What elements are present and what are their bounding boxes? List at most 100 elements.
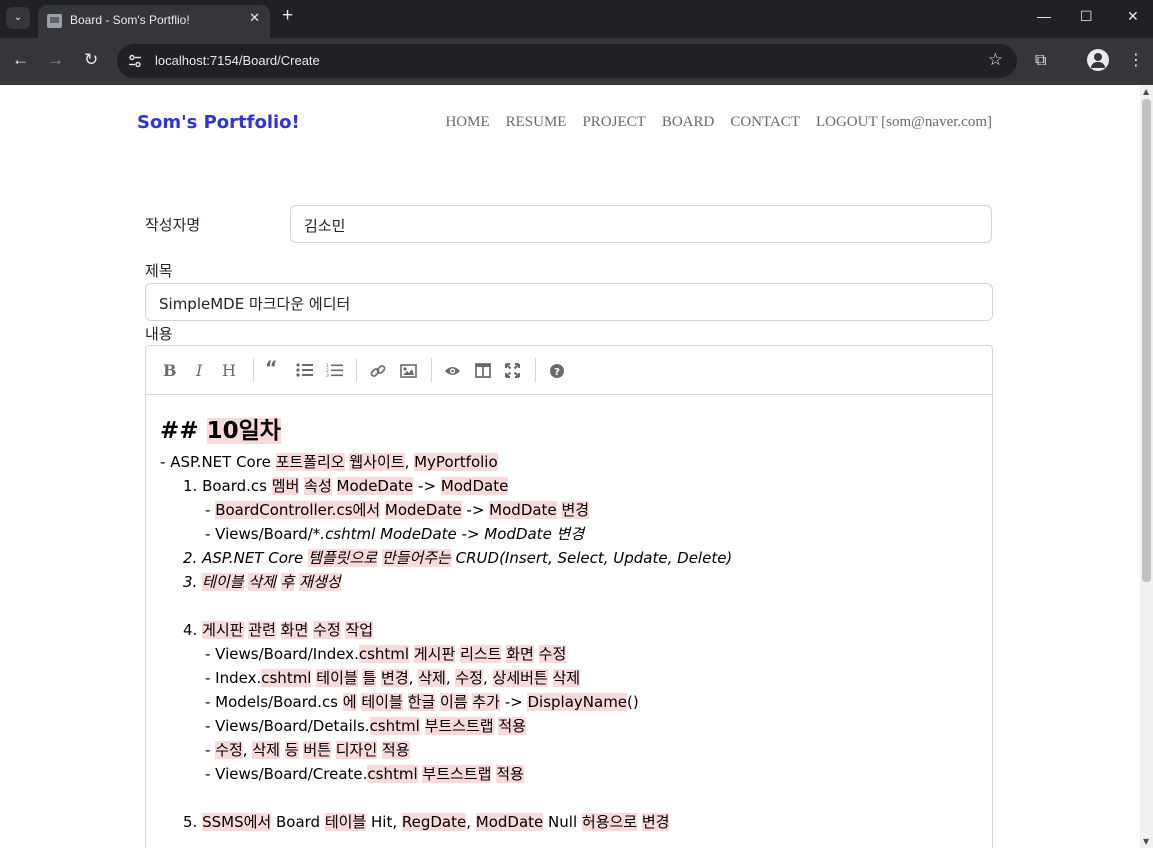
line-text: Board [271, 813, 325, 831]
back-icon[interactable]: ← [12, 50, 29, 70]
highlighted-word: 속성 [304, 477, 332, 495]
line-text [420, 717, 425, 735]
highlighted-word: 테이블 [324, 813, 367, 831]
editor-line: - Views/Board/Create.cshtml 부트스트랩 적용 [205, 762, 524, 786]
highlighted-word: 웹사이트 [349, 453, 405, 471]
nav-logout[interactable]: LOGOUT [som@naver.com] [816, 114, 992, 131]
nav-home[interactable]: HOME [445, 114, 489, 131]
highlighted-word: 에 [342, 693, 357, 711]
highlighted-word: 테이블 [202, 573, 244, 591]
italic-icon[interactable]: I [196, 361, 202, 380]
close-window-icon[interactable]: ✕ [1127, 8, 1139, 25]
highlighted-word: *.cshtml ModeDate -> ModDate 변경 [312, 525, 585, 543]
address-bar[interactable]: localhost:7154/Board/Create ☆ [117, 44, 1017, 78]
highlighted-word: 템플릿으로 [308, 549, 378, 567]
unordered-list-icon[interactable] [296, 363, 313, 377]
quote-icon[interactable]: “ [265, 357, 278, 379]
line-text [332, 477, 337, 495]
extensions-icon[interactable]: ⧉ [1035, 50, 1046, 70]
help-question-icon[interactable]: ? [549, 363, 565, 379]
preview-eye-icon[interactable] [444, 365, 461, 377]
line-text: - Views/Board/Index. [205, 645, 359, 663]
editor-line: 3. 테이블 삭제 후 재생성 [183, 570, 341, 594]
nav-resume[interactable]: RESUME [506, 114, 567, 131]
editor-line: - BoardController.cs에서 ModeDate -> ModDa… [205, 498, 590, 522]
tab-close-icon[interactable]: ✕ [249, 11, 260, 26]
line-text [534, 645, 539, 663]
nav-project[interactable]: PROJECT [582, 114, 645, 131]
line-text: - Views/Board/Create. [205, 765, 368, 783]
bold-icon[interactable]: B [163, 361, 177, 380]
browser-menu-icon[interactable]: ⋮ [1128, 50, 1144, 69]
highlighted-word: 상세버튼 [492, 669, 548, 687]
minimize-icon[interactable]: — [1037, 8, 1051, 24]
line-text: - [160, 453, 171, 471]
scroll-down-arrow-icon[interactable]: ▼ [1143, 837, 1149, 846]
site-brand[interactable]: Som's Portfolio! [137, 112, 300, 133]
line-text: 4. [183, 621, 203, 639]
editor-line: 1. Board.cs 멤버 속성 ModeDate -> ModDate [183, 474, 509, 498]
highlighted-word: 변경 [561, 501, 590, 519]
scroll-thumb[interactable] [1142, 99, 1151, 582]
editor-line: - Views/Board/Details.cshtml 부트스트랩 적용 [205, 714, 526, 738]
highlighted-word: 관련 [248, 621, 276, 639]
fullscreen-icon[interactable] [505, 363, 520, 378]
page-viewport: Som's Portfolio! HOME RESUME PROJECT BOA… [0, 85, 1140, 848]
highlighted-word: 틀 [362, 669, 377, 687]
highlighted-word: 삭제 [252, 741, 280, 759]
nav-contact[interactable]: CONTACT [730, 114, 800, 131]
nav-board[interactable]: BOARD [662, 114, 715, 131]
line-text: 5. [183, 813, 203, 831]
author-label: 작성자명 [145, 216, 201, 234]
reload-icon[interactable]: ↻ [84, 50, 98, 70]
highlighted-word: 후 [280, 573, 295, 591]
highlighted-word: 버튼 [303, 741, 331, 759]
new-tab-icon[interactable]: + [282, 5, 293, 27]
maximize-icon[interactable]: ☐ [1080, 8, 1093, 25]
title-input[interactable]: SimpleMDE 마크다운 에디터 [145, 283, 993, 321]
highlighted-word: 화면 [280, 621, 309, 639]
highlighted-word: 수정 [313, 621, 341, 639]
highlighted-word: ModeDate [336, 477, 414, 495]
highlighted-word: 적용 [496, 765, 524, 783]
highlighted-word: cshtml [358, 645, 410, 663]
markdown-editor: B I H “ 1 2 3 ? ## 10일차 - ASP.NET Core 포… [145, 345, 993, 848]
title-input-value: SimpleMDE 마크다운 에디터 [159, 295, 351, 313]
side-by-side-icon[interactable] [475, 363, 491, 378]
page-scrollbar[interactable]: ▲ ▼ [1140, 85, 1153, 848]
highlighted-word: 재생성 [299, 573, 341, 591]
toolbar-separator [253, 358, 254, 382]
highlighted-word: BoardController.cs에서 [215, 501, 381, 519]
line-text: -> [461, 501, 490, 519]
image-icon[interactable] [400, 364, 417, 378]
link-icon[interactable] [370, 363, 386, 379]
heading-icon[interactable]: H [222, 361, 236, 380]
highlighted-word: 적용 [381, 741, 410, 759]
editor-line: - Views/Board/*.cshtml ModeDate -> ModDa… [205, 522, 584, 546]
line-text: Hit, [366, 813, 402, 831]
highlighted-word: 수정 [215, 741, 243, 759]
forward-icon[interactable]: → [47, 50, 64, 70]
highlighted-word: ModDate [475, 813, 544, 831]
highlighted-word: ModeDate [384, 501, 462, 519]
tab-list-icon[interactable]: ⌄ [6, 7, 30, 29]
site-info-icon[interactable] [127, 53, 143, 69]
author-input[interactable]: 김소민 [290, 205, 992, 243]
scroll-up-arrow-icon[interactable]: ▲ [1143, 87, 1149, 96]
highlighted-word: 한글 [407, 693, 436, 711]
line-text: -> [499, 693, 528, 711]
line-text: , [482, 669, 493, 687]
highlighted-word: cshtml [369, 717, 420, 735]
highlighted-word: cshtml [367, 765, 418, 783]
line-text: 1. Board.cs [183, 477, 272, 495]
site-nav: HOME RESUME PROJECT BOARD CONTACT LOGOUT… [445, 114, 992, 131]
editor-line: 4. 게시판 관련 화면 수정 작업 [183, 618, 374, 642]
browser-tab[interactable]: Board - Som's Portflio! ✕ [38, 5, 270, 38]
url-text: localhost:7154/Board/Create [155, 53, 320, 68]
ordered-list-icon[interactable]: 1 2 3 [326, 363, 343, 378]
highlighted-word: 삭제 [552, 669, 581, 687]
highlighted-word: MyPortfolio [414, 453, 498, 471]
bookmark-star-icon[interactable]: ☆ [988, 50, 1003, 70]
highlighted-word: 변경 [381, 669, 409, 687]
profile-avatar-icon[interactable] [1087, 49, 1109, 71]
